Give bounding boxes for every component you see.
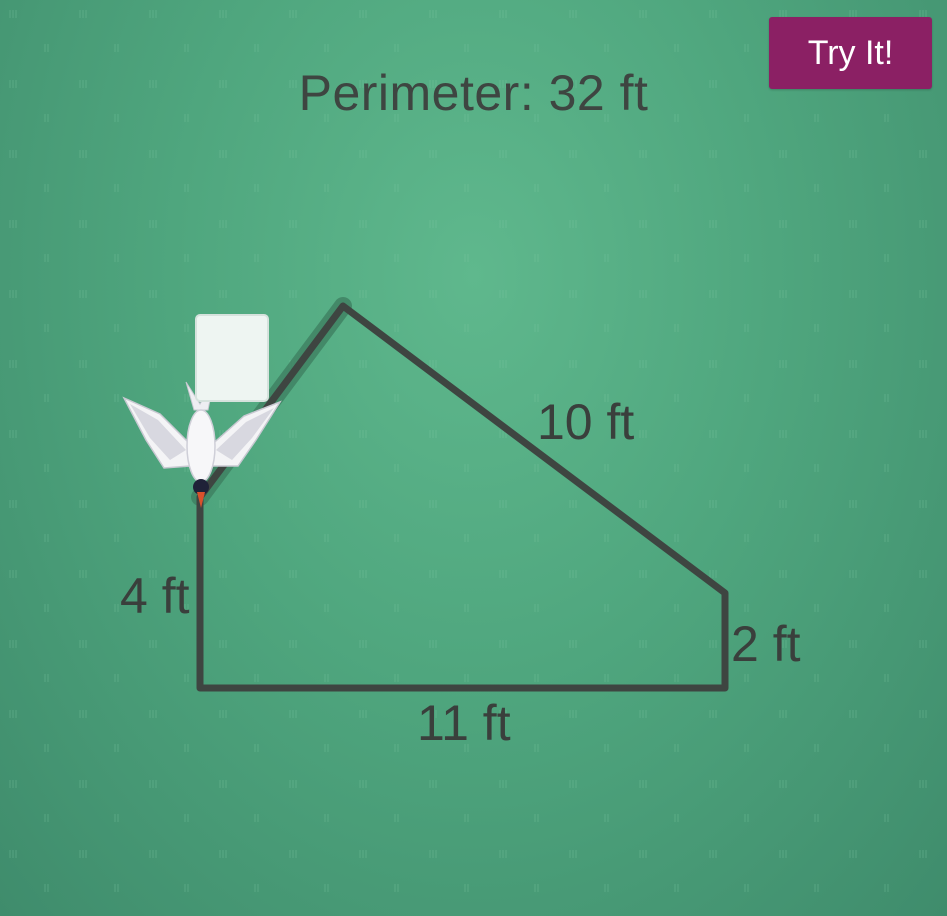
side-label-diagonal: 10 ft — [537, 394, 634, 450]
polygon-outline — [196, 302, 729, 692]
polygon-figure: 4 ft 10 ft 2 ft 11 ft — [120, 297, 801, 751]
side-label-left: 4 ft — [120, 568, 190, 624]
side-label-right: 2 ft — [731, 616, 801, 672]
side-label-bottom: 11 ft — [417, 695, 511, 751]
answer-box[interactable] — [195, 314, 269, 402]
